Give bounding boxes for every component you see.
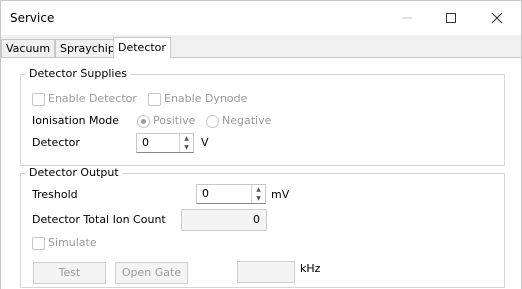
chevron-up-icon[interactable]: ▲ bbox=[252, 185, 265, 194]
detector-voltage-stepper[interactable]: 0 ▲ ▼ bbox=[136, 133, 194, 153]
negative-label: Negative bbox=[222, 114, 272, 127]
minimize-icon bbox=[402, 17, 412, 19]
maximize-button[interactable] bbox=[429, 1, 473, 35]
positive-label: Positive bbox=[153, 114, 196, 127]
treshold-stepper[interactable]: 0 ▲ ▼ bbox=[196, 184, 266, 204]
detector-voltage-label: Detector bbox=[32, 136, 80, 149]
stepper-arrows: ▲ ▼ bbox=[179, 134, 193, 152]
tab-vacuum[interactable]: Vacuum bbox=[1, 39, 56, 57]
minimize-button[interactable] bbox=[385, 1, 429, 35]
treshold-unit: mV bbox=[271, 188, 290, 201]
frequency-field bbox=[237, 261, 295, 283]
tab-detector[interactable]: Detector bbox=[113, 37, 171, 58]
detector-tab-panel: Detector Supplies Enable Detector Enable… bbox=[1, 57, 521, 289]
close-icon bbox=[491, 12, 503, 24]
tab-bar: Vacuum Spraychip Detector bbox=[1, 37, 521, 58]
positive-radio[interactable] bbox=[137, 115, 150, 128]
detector-output-group: Detector Output Treshold 0 ▲ ▼ mV Detect… bbox=[20, 166, 505, 288]
ionisation-mode-label: Ionisation Mode bbox=[32, 114, 120, 127]
treshold-label: Treshold bbox=[32, 188, 78, 201]
test-button[interactable]: Test bbox=[33, 262, 106, 284]
enable-dynode-label: Enable Dynode bbox=[164, 92, 248, 105]
close-button[interactable] bbox=[475, 1, 519, 35]
tab-spraychip[interactable]: Spraychip bbox=[55, 39, 120, 57]
frequency-unit: kHz bbox=[300, 262, 321, 275]
window-title: Service bbox=[10, 11, 55, 25]
enable-detector-checkbox[interactable] bbox=[32, 93, 45, 106]
total-ion-count-value: 0 bbox=[253, 213, 260, 226]
negative-radio[interactable] bbox=[206, 115, 219, 128]
treshold-value: 0 bbox=[202, 187, 209, 200]
total-ion-count-label: Detector Total Ion Count bbox=[32, 213, 166, 226]
detector-supplies-group: Detector Supplies Enable Detector Enable… bbox=[20, 67, 505, 166]
enable-dynode-checkbox[interactable] bbox=[148, 93, 161, 106]
chevron-down-icon[interactable]: ▼ bbox=[180, 143, 193, 152]
detector-supplies-title: Detector Supplies bbox=[26, 67, 130, 80]
stepper-arrows: ▲ ▼ bbox=[251, 185, 265, 203]
detector-output-title: Detector Output bbox=[26, 166, 122, 179]
simulate-label: Simulate bbox=[48, 236, 97, 249]
simulate-checkbox[interactable] bbox=[32, 237, 45, 250]
chevron-up-icon[interactable]: ▲ bbox=[180, 134, 193, 143]
chevron-down-icon[interactable]: ▼ bbox=[252, 194, 265, 203]
open-gate-button[interactable]: Open Gate bbox=[115, 262, 188, 284]
detector-voltage-value: 0 bbox=[142, 136, 149, 149]
service-window: Service Vacuum Spraychip Detector Detect… bbox=[0, 0, 522, 289]
title-bar: Service bbox=[1, 1, 521, 35]
maximize-icon bbox=[446, 13, 456, 23]
total-ion-count-field: 0 bbox=[181, 209, 267, 231]
enable-detector-label: Enable Detector bbox=[48, 92, 137, 105]
detector-voltage-unit: V bbox=[201, 136, 209, 149]
